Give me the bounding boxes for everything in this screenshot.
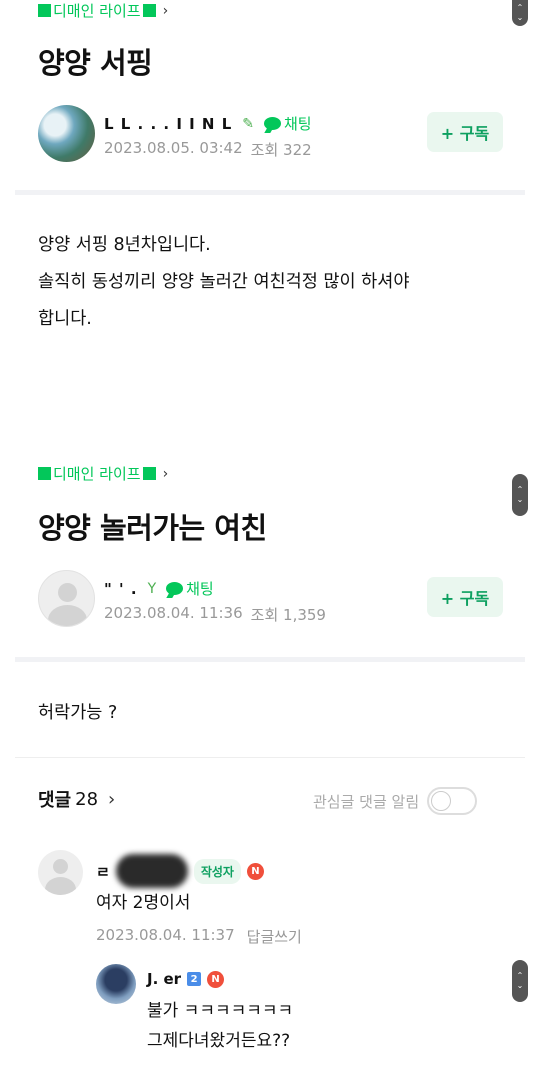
new-badge-icon: N	[207, 970, 225, 988]
body-line: 양양 서핑 8년차입니다.	[38, 235, 211, 255]
post-meta: 2023.08.04. 11:36 조회 1,359	[104, 604, 326, 625]
reply-line: 불가 ㅋㅋㅋㅋㅋㅋㅋ	[147, 1001, 294, 1021]
avatar-body	[48, 605, 87, 626]
board-link[interactable]: 디매인 라이프 ›	[38, 463, 168, 484]
scroll-handle[interactable]: ⌃ ⌄	[512, 960, 528, 1002]
scroll-handle[interactable]: ⌃ ⌄	[512, 0, 528, 26]
author-row: L L . . . I I N L ✎ 채팅	[104, 113, 312, 134]
chat-button[interactable]: 채팅	[166, 578, 214, 599]
chat-bubble-icon	[166, 582, 184, 595]
reply-text: 불가 ㅋㅋㅋㅋㅋㅋㅋ 그제다녀왔거든요??	[147, 996, 293, 1056]
post-title: 양양 놀러가는 여친	[38, 511, 267, 545]
sprout-icon: Y	[147, 580, 157, 597]
author-nickname[interactable]: " ' .	[104, 580, 138, 598]
reply-author-row: J. er 2 N	[147, 970, 225, 988]
chat-label: 채팅	[284, 115, 312, 133]
board-square-icon	[142, 4, 156, 17]
board-link[interactable]: 디매인 라이프 ›	[38, 0, 168, 21]
comment-text: 여자 2명이서	[96, 893, 191, 913]
comment-avatar[interactable]	[38, 850, 83, 895]
chevron-right-icon: ›	[108, 788, 116, 810]
author-avatar[interactable]	[38, 105, 95, 162]
comment-date: 2023.08.04. 11:37	[96, 926, 235, 944]
chat-bubble-icon	[264, 117, 281, 130]
post-date: 2023.08.04. 11:36	[104, 604, 243, 622]
post-body: 허락가능 ?	[38, 695, 117, 732]
divider-line	[15, 757, 525, 758]
comments-header[interactable]: 댓글 28 ›	[38, 786, 115, 812]
level-badge-icon: 2	[187, 972, 202, 986]
body-line: 허락가능 ?	[38, 703, 118, 723]
sprout-icon: ✎	[242, 115, 254, 132]
notify-toggle[interactable]	[427, 787, 478, 815]
board-square-icon	[142, 467, 156, 480]
subscribe-button[interactable]: + 구독	[427, 112, 503, 152]
post-meta: 2023.08.05. 03:42 조회 322	[104, 139, 312, 160]
reply-link[interactable]: 답글쓰기	[247, 926, 302, 947]
body-line: 합니다.	[38, 309, 92, 329]
comment-author[interactable]: ㄹ	[96, 861, 110, 882]
comments-label: 댓글	[38, 790, 72, 811]
reply-line: 그제다녀왔거든요??	[147, 1031, 291, 1051]
notify-label: 관심글 댓글 알림	[313, 792, 420, 811]
scroll-handle[interactable]: ⌃ ⌄	[512, 474, 528, 516]
body-line: 솔직히 동성끼리 양양 놀러간 여친걱정 많이 하셔야	[38, 272, 410, 292]
board-square-icon	[38, 4, 51, 17]
avatar-body	[45, 877, 76, 895]
comment-notify: 관심글 댓글 알림	[313, 787, 478, 815]
comment-author-row: ㄹ 작성자 N	[96, 854, 264, 888]
author-row: " ' . Y 채팅	[104, 578, 214, 599]
subscribe-button[interactable]: + 구독	[427, 577, 503, 617]
comment-meta: 2023.08.04. 11:37 답글쓰기	[96, 926, 302, 947]
chevron-right-icon: ›	[162, 2, 169, 19]
post-date: 2023.08.05. 03:42	[104, 139, 243, 157]
chat-label: 채팅	[186, 580, 214, 598]
divider	[15, 657, 525, 662]
writer-badge: 작성자	[193, 858, 241, 884]
chat-button[interactable]: 채팅	[264, 113, 312, 134]
new-badge-icon: N	[246, 862, 264, 880]
avatar-head	[58, 583, 77, 602]
author-nickname[interactable]: L L . . . I I N L	[104, 115, 232, 133]
reply-author[interactable]: J. er	[147, 970, 181, 988]
author-avatar[interactable]	[38, 570, 95, 627]
board-name: 디매인 라이프	[53, 2, 141, 20]
post-title: 양양 서핑	[38, 46, 153, 80]
post-views: 조회 1,359	[250, 606, 326, 624]
avatar-head	[53, 859, 68, 874]
redacted-name	[115, 854, 188, 888]
chevron-right-icon: ›	[162, 465, 169, 482]
board-name: 디매인 라이프	[53, 465, 141, 483]
post-body: 양양 서핑 8년차입니다. 솔직히 동성끼리 양양 놀러간 여친걱정 많이 하셔…	[38, 227, 409, 338]
comments-count: 28	[75, 788, 99, 810]
board-square-icon	[38, 467, 51, 480]
reply-avatar[interactable]	[96, 964, 136, 1004]
toggle-knob	[431, 791, 452, 811]
divider	[15, 190, 525, 195]
post-views: 조회 322	[250, 141, 312, 159]
